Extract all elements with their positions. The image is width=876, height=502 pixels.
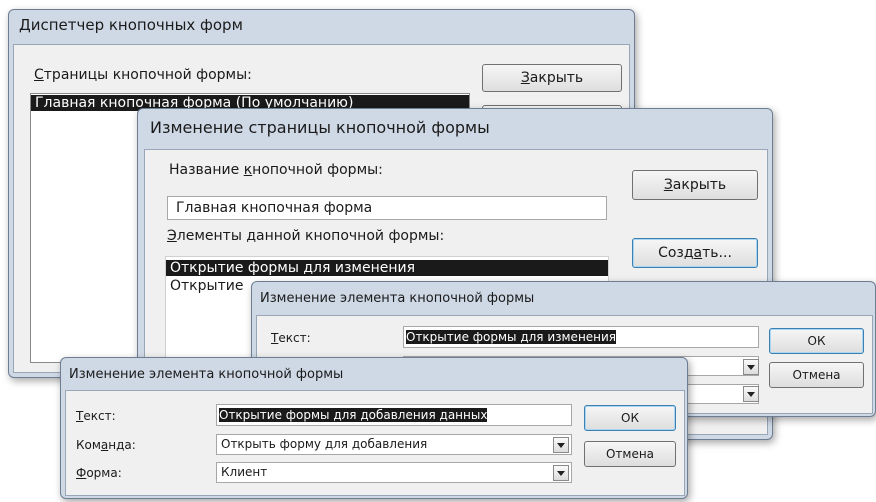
window-title: Изменение элемента кнопочной формы <box>69 367 344 382</box>
edit-item-window-front: Изменение элемента кнопочной формы Текст… <box>60 357 688 499</box>
chevron-down-icon[interactable] <box>743 386 759 402</box>
form-label: Форма: <box>76 466 122 480</box>
ok-button[interactable]: ОК <box>584 405 676 431</box>
close-button[interactable]: Закрыть <box>482 64 622 92</box>
list-item[interactable]: Открытие <box>166 278 247 294</box>
page-name-label: Название кнопочной формы: <box>169 162 383 178</box>
close-button[interactable]: Закрыть <box>632 170 758 200</box>
window-title: Изменение страницы кнопочной формы <box>150 118 490 137</box>
text-label: Текст: <box>271 331 311 345</box>
chevron-down-icon[interactable] <box>553 437 569 453</box>
cancel-button[interactable]: Отмена <box>769 362 864 388</box>
create-button[interactable]: Создать... <box>632 238 758 268</box>
page-items-label: Элементы данной кнопочной формы: <box>167 228 445 244</box>
list-item[interactable]: Открытие формы для изменения <box>166 260 608 276</box>
text-label: Текст: <box>76 409 116 423</box>
text-input[interactable]: Открытие формы для изменения <box>403 326 759 348</box>
pages-label: Страницы кнопочной формы: <box>34 67 252 83</box>
window-title: Изменение элемента кнопочной формы <box>260 291 535 306</box>
window-client-area: Текст: Открытие формы для добавления дан… <box>65 390 685 496</box>
chevron-down-icon[interactable] <box>553 465 569 481</box>
cancel-button[interactable]: Отмена <box>584 441 676 467</box>
command-select[interactable]: Открыть форму для добавления <box>216 434 572 455</box>
chevron-down-icon[interactable] <box>743 359 759 375</box>
page-name-field[interactable]: Главная кнопочная форма <box>167 196 607 220</box>
command-label: Команда: <box>76 438 136 452</box>
window-title: Диспетчер кнопочных форм <box>19 16 243 34</box>
text-input[interactable]: Открытие формы для добавления данных <box>216 404 572 426</box>
form-select[interactable]: Клиент <box>216 462 572 483</box>
ok-button[interactable]: ОК <box>769 328 864 354</box>
